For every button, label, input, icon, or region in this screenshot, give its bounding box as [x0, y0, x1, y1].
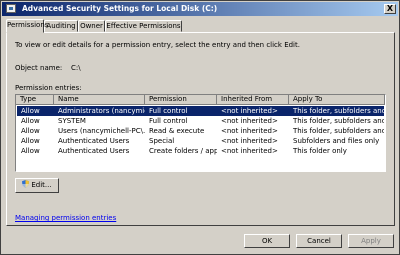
close-button[interactable]: X — [384, 4, 396, 14]
column-header-apply-to[interactable]: Apply To — [289, 95, 385, 105]
table-row[interactable]: Allow Authenticated Users Create folders… — [17, 146, 384, 156]
managing-permission-entries-link[interactable]: Managing permission entries — [15, 214, 116, 222]
cell-permission: Full control — [149, 117, 188, 125]
cell-permission: Read & execute — [149, 127, 205, 135]
instructions-text: To view or edit details for a permission… — [15, 41, 300, 49]
title-bar[interactable]: Advanced Security Settings for Local Dis… — [2, 2, 398, 16]
cell-inherited-from: <not inherited> — [221, 117, 278, 125]
cell-type: Allow — [21, 117, 40, 125]
cell-type: Allow — [21, 137, 40, 145]
edit-button-label: Edit... — [31, 181, 52, 189]
cell-permission: Create folders / app... — [149, 147, 217, 155]
cell-permission: Full control — [149, 107, 188, 115]
security-settings-dialog: Advanced Security Settings for Local Dis… — [0, 0, 400, 255]
column-header-inherited-from[interactable]: Inherited From — [217, 95, 289, 105]
cell-inherited-from: <not inherited> — [221, 107, 278, 115]
cell-name: Administrators (nancymich... — [58, 107, 145, 115]
cell-apply-to: This folder, subfolders and... — [293, 127, 384, 135]
cell-permission: Special — [149, 137, 175, 145]
table-row[interactable]: Allow Users (nancymichell-PC\... Read & … — [17, 126, 384, 136]
cell-apply-to: This folder, subfolders and... — [293, 117, 384, 125]
cell-name: Authenticated Users — [58, 137, 130, 145]
column-header-type[interactable]: Type — [16, 95, 54, 105]
cell-apply-to: This folder only — [293, 147, 347, 155]
cell-name: Authenticated Users — [58, 147, 130, 155]
table-row[interactable]: Allow Administrators (nancymich... Full … — [17, 106, 384, 116]
cell-apply-to: This folder, subfolders and... — [293, 107, 384, 115]
column-header-name[interactable]: Name — [54, 95, 145, 105]
cell-inherited-from: <not inherited> — [221, 137, 278, 145]
ok-button[interactable]: OK — [244, 234, 290, 248]
cell-name: SYSTEM — [58, 117, 86, 125]
cell-type: Allow — [21, 107, 40, 115]
permission-entries-list[interactable]: Type Name Permission Inherited From Appl… — [15, 94, 386, 172]
edit-button[interactable]: Edit... — [15, 178, 59, 193]
tab-effective-permissions[interactable]: Effective Permissions — [105, 20, 182, 32]
uac-shield-icon — [22, 180, 30, 188]
table-row[interactable]: Allow Authenticated Users Special <not i… — [17, 136, 384, 146]
tab-owner[interactable]: Owner — [78, 20, 105, 32]
cell-type: Allow — [21, 147, 40, 155]
column-header-permission[interactable]: Permission — [145, 95, 217, 105]
cancel-button[interactable]: Cancel — [296, 234, 342, 248]
window-icon — [6, 4, 16, 13]
window-title: Advanced Security Settings for Local Dis… — [22, 4, 218, 13]
cell-type: Allow — [21, 127, 40, 135]
table-row[interactable]: Allow SYSTEM Full control <not inherited… — [17, 116, 384, 126]
tab-permissions[interactable]: Permissions — [6, 19, 48, 33]
cell-name: Users (nancymichell-PC\... — [58, 127, 145, 135]
permission-entries-label: Permission entries: — [15, 84, 82, 92]
cell-apply-to: Subfolders and files only — [293, 137, 380, 145]
object-name-label: Object name: — [15, 64, 63, 72]
apply-button[interactable]: Apply — [348, 234, 394, 248]
cell-inherited-from: <not inherited> — [221, 127, 278, 135]
object-name-value: C:\ — [71, 64, 81, 72]
tab-auditing[interactable]: Auditing — [44, 20, 78, 32]
cell-inherited-from: <not inherited> — [221, 147, 278, 155]
